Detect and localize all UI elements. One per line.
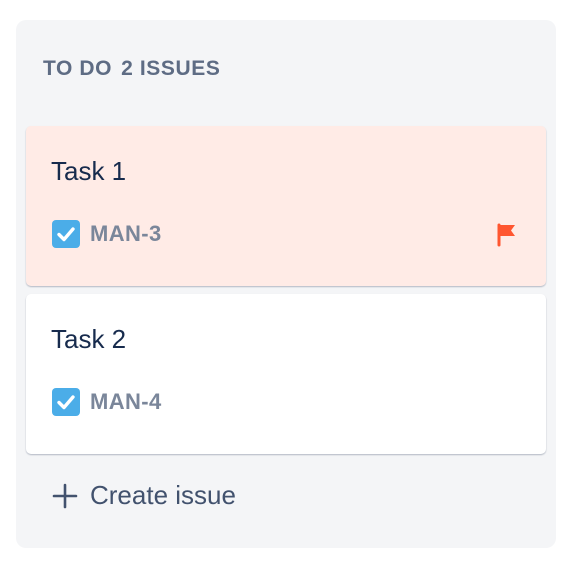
issue-key[interactable]: MAN-4 <box>90 389 162 415</box>
card-title: Task 1 <box>51 156 127 186</box>
column-header: TO DO 2 ISSUES <box>43 57 220 81</box>
card-title: Task 2 <box>51 324 127 354</box>
board-column-todo: TO DO 2 ISSUES Task 1 MAN-3 Task 2 MAN-4 <box>16 20 556 548</box>
checkbox-task-icon <box>52 388 80 416</box>
column-issue-count: 2 ISSUES <box>121 57 221 80</box>
create-issue-label: Create issue <box>90 480 236 510</box>
create-issue-button[interactable]: Create issue <box>52 480 236 511</box>
plus-icon <box>52 483 78 508</box>
issue-key[interactable]: MAN-3 <box>90 221 162 247</box>
flag-icon <box>497 223 515 247</box>
checkbox-task-icon <box>52 220 80 248</box>
card-footer: MAN-3 <box>52 220 162 248</box>
card-footer: MAN-4 <box>52 388 162 416</box>
column-title: TO DO <box>43 57 113 80</box>
issue-card-man-4[interactable]: Task 2 MAN-4 <box>26 294 546 454</box>
issue-card-man-3[interactable]: Task 1 MAN-3 <box>26 126 546 286</box>
